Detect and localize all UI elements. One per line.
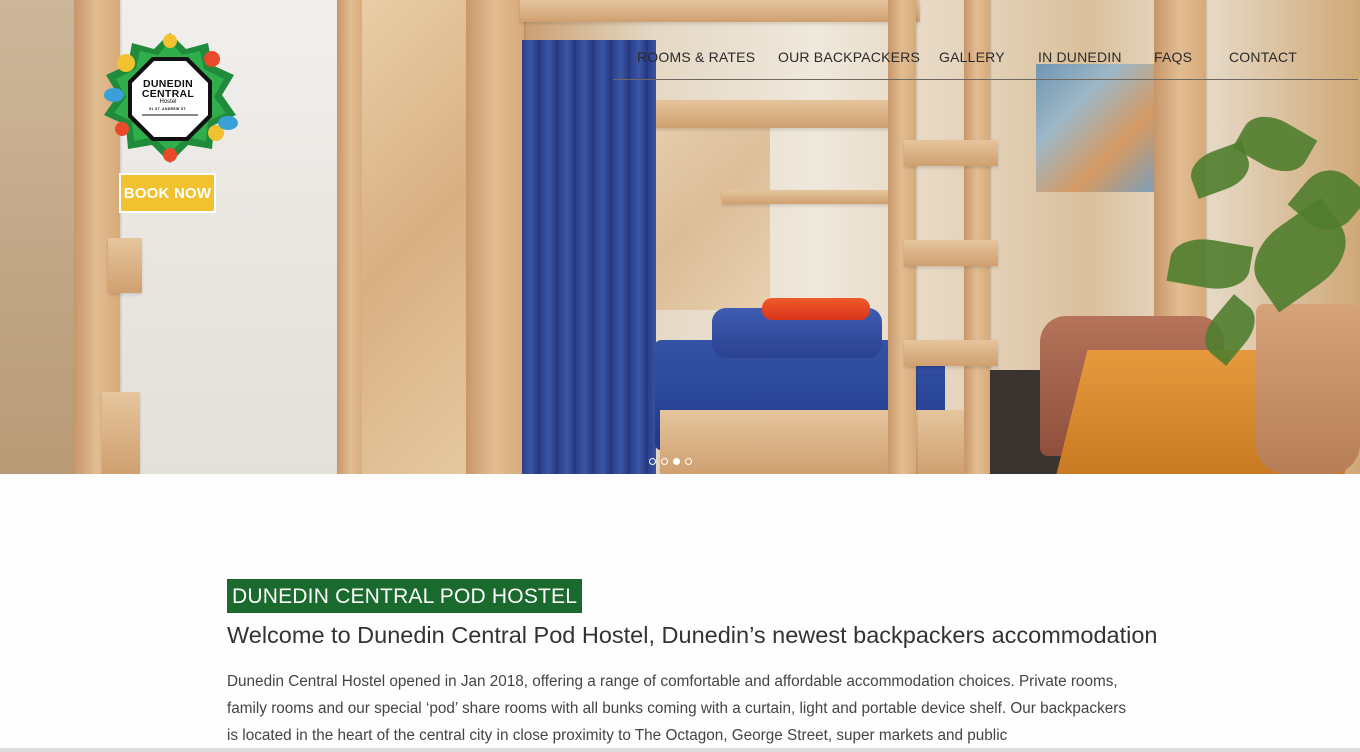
hero-photo-beam <box>650 100 890 128</box>
slider-pagination <box>649 458 692 465</box>
hero-photo-post <box>337 0 365 474</box>
logo-wordmark: DUNEDIN CENTRAL Hostel 91 ST. ANDREW ST. <box>138 79 198 112</box>
hero-photo-curtain <box>522 40 656 474</box>
nav-rooms-rates[interactable]: ROOMS & RATES <box>637 49 755 65</box>
hostel-logo[interactable]: DUNEDIN CENTRAL Hostel 91 ST. ANDREW ST. <box>96 30 244 168</box>
logo-address: 91 ST. ANDREW ST. <box>149 107 187 111</box>
hero-photo-rung <box>904 240 998 266</box>
intro-paragraph: Dunedin Central Hostel opened in Jan 201… <box>227 673 1126 744</box>
slider-dot-1[interactable] <box>649 458 656 465</box>
page-headline: Welcome to Dunedin Central Pod Hostel, D… <box>227 622 1158 648</box>
nav-our-backpackers[interactable]: OUR BACKPACKERS <box>778 49 920 65</box>
hero-photo-blanket <box>762 298 870 320</box>
book-now-button[interactable]: BOOK NOW <box>119 173 216 213</box>
hero-photo-bunk-front <box>660 410 980 474</box>
hero-photo-panel <box>362 0 468 474</box>
nav-contact[interactable]: CONTACT <box>1229 49 1297 65</box>
slider-dot-3-active[interactable] <box>673 458 680 465</box>
logo-line-3: Hostel <box>159 99 177 105</box>
slider-dot-2[interactable] <box>661 458 668 465</box>
hero-photo-rung <box>904 140 998 166</box>
hero-photo-block <box>108 238 142 293</box>
hero-photo-shelf <box>722 190 912 204</box>
hero-photo-rung <box>904 340 998 366</box>
page-bottom-edge <box>0 748 1360 752</box>
section-badge: DUNEDIN CENTRAL POD HOSTEL <box>227 579 583 613</box>
nav-faqs[interactable]: FAQS <box>1154 49 1192 65</box>
hero-photo-block <box>102 392 140 474</box>
nav-gallery[interactable]: GALLERY <box>939 49 1005 65</box>
hero-photo-artwork <box>1036 64 1156 192</box>
hero-photo-planter <box>1256 304 1360 474</box>
slider-dot-4[interactable] <box>685 458 692 465</box>
nav-in-dunedin[interactable]: IN DUNEDIN <box>1038 49 1122 65</box>
logo-line-2: CENTRAL <box>141 88 195 100</box>
hero-photo-bunk-back <box>640 110 770 310</box>
hero-photo-post <box>466 0 524 474</box>
main-navigation: ROOMS & RATES OUR BACKPACKERS GALLERY IN… <box>613 41 1358 80</box>
hero-photo-beam <box>520 0 920 22</box>
